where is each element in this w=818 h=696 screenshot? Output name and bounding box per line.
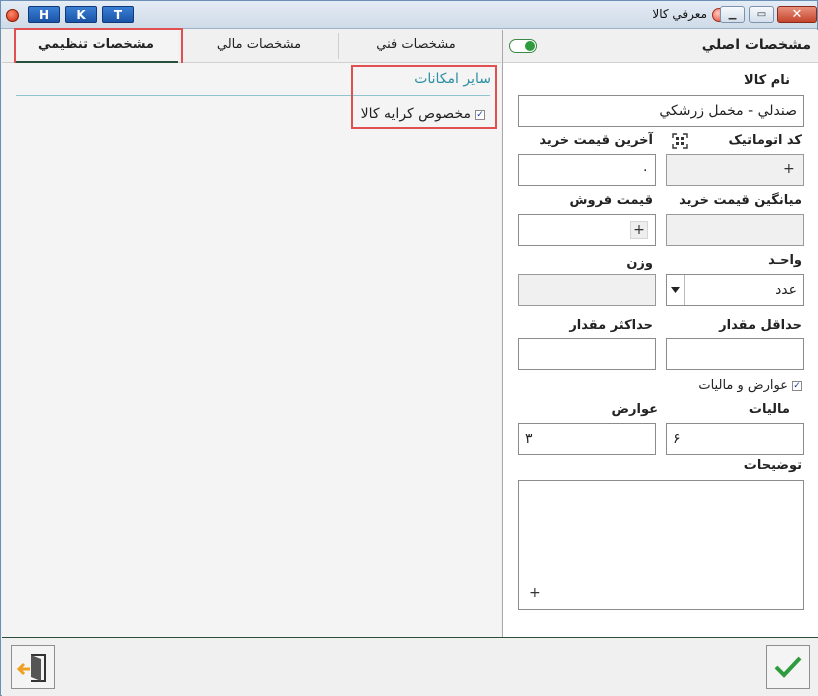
settings-tab-content: ساير امکانات ✓ مخصوص کرايه کالا — [2, 63, 501, 637]
checkmark-icon — [774, 656, 802, 678]
unit-select-value: عدد — [775, 282, 797, 298]
item-definition-window: H K T معرفي کالا ▁ ▭ ✕ مشخصات اصلي نام ک… — [0, 0, 818, 696]
confirm-button[interactable] — [766, 645, 810, 689]
main-properties-header: مشخصات اصلي — [503, 30, 818, 63]
avg-purchase-price-label: ميانگين قيمت خريد — [679, 193, 802, 208]
bottom-bar — [2, 637, 818, 696]
sale-price-label: قيمت فروش — [569, 193, 653, 208]
unit-select[interactable]: عدد — [666, 274, 804, 306]
h-button[interactable]: H — [28, 6, 60, 23]
duty-field[interactable]: ۳ — [518, 423, 656, 455]
barcode-scan-icon[interactable] — [672, 133, 688, 149]
other-features-title: ساير امکانات — [414, 71, 491, 87]
main-properties-title: مشخصات اصلي — [701, 37, 811, 53]
description-textarea[interactable] — [518, 480, 804, 610]
tax-field[interactable]: ۶ — [666, 423, 804, 455]
close-button[interactable]: ✕ — [777, 6, 817, 23]
taxes-checkbox[interactable]: ✓ — [792, 381, 802, 391]
min-qty-field[interactable] — [666, 338, 804, 370]
app-logo-icon — [6, 9, 19, 22]
item-name-field[interactable]: صندلي - مخمل زرشکي — [518, 95, 804, 127]
avg-purchase-price-field — [666, 214, 804, 246]
description-label: توضيحات — [743, 458, 802, 473]
taxes-checkbox-label: عوارض و ماليات — [698, 378, 788, 393]
description-plus-icon[interactable]: + — [529, 585, 541, 601]
tab-settings[interactable]: مشخصات تنظيمي — [14, 30, 178, 63]
max-qty-field[interactable] — [518, 338, 656, 370]
section-divider — [16, 95, 490, 96]
t-button[interactable]: T — [102, 6, 134, 23]
maximize-button[interactable]: ▭ — [749, 6, 774, 23]
duty-label: عوارض — [611, 402, 658, 417]
weight-field — [518, 274, 656, 306]
k-button[interactable]: K — [65, 6, 97, 23]
toggle-knob — [525, 41, 535, 51]
main-properties-panel: مشخصات اصلي نام کالا صندلي - مخمل زرشکي … — [502, 30, 818, 637]
auto-code-label: کد اتوماتيک — [728, 133, 802, 148]
max-qty-label: حداکثر مقدار — [569, 318, 653, 333]
sale-price-plus-button[interactable]: + — [630, 221, 648, 239]
rental-checkbox[interactable]: ✓ — [475, 110, 485, 120]
unit-label: واحـد — [768, 253, 802, 268]
tab-strip: مشخصات تنظيمي مشخصات مالي مشخصات فني — [2, 30, 501, 63]
exit-button[interactable] — [11, 645, 55, 689]
last-purchase-price-field[interactable]: ۰ — [518, 154, 656, 186]
min-qty-label: حداقل مقدار — [719, 318, 802, 333]
tab-separator — [182, 33, 183, 59]
tax-label: ماليات — [748, 402, 790, 417]
weight-label: وزن — [626, 256, 653, 271]
chevron-down-icon — [671, 287, 680, 293]
item-name-label: نام کالا — [744, 73, 790, 88]
title-bar: H K T معرفي کالا ▁ ▭ ✕ — [1, 1, 817, 29]
tab-separator — [338, 33, 339, 59]
exit-door-icon — [17, 654, 46, 682]
minimize-button[interactable]: ▁ — [720, 6, 745, 23]
main-properties-toggle[interactable] — [509, 39, 537, 53]
auto-code-plus-icon[interactable]: + — [783, 161, 795, 177]
tab-technical[interactable]: مشخصات فني — [342, 30, 490, 63]
rental-checkbox-label: مخصوص کرايه کالا — [360, 106, 471, 122]
unit-dropdown-button[interactable] — [667, 275, 685, 305]
tab-financial[interactable]: مشخصات مالي — [186, 30, 332, 63]
window-title: معرفي کالا — [652, 7, 707, 21]
last-purchase-price-label: آخرين قيمت خريد — [539, 133, 653, 148]
